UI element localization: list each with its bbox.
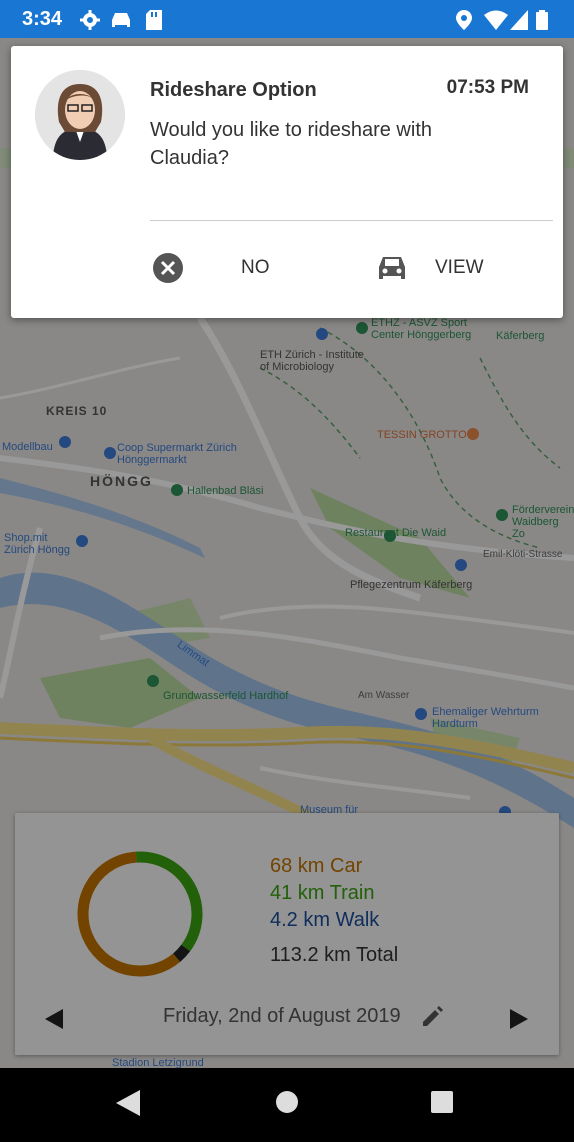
no-button[interactable]: NO [153, 246, 313, 290]
rideshare-notification[interactable]: Rideshare Option 07:53 PM Would you like… [11, 46, 563, 318]
wifi-icon [484, 10, 508, 30]
card-scrim [15, 813, 559, 1055]
person-avatar-icon [35, 70, 125, 160]
no-button-label: NO [241, 257, 270, 278]
back-icon[interactable] [116, 1090, 140, 1116]
home-icon[interactable] [276, 1091, 298, 1113]
notification-title: Rideshare Option [150, 79, 317, 101]
notification-divider [150, 220, 553, 221]
view-button-label: VIEW [435, 257, 484, 278]
signal-icon [510, 10, 528, 30]
sd-card-icon [146, 10, 162, 30]
notification-message: Would you like to rideshare with Claudia… [150, 119, 432, 169]
notification-time: 07:53 PM [446, 77, 529, 98]
location-icon [456, 10, 472, 30]
car-icon [379, 257, 405, 279]
navigation-bar [0, 1068, 574, 1142]
settings-icon [80, 10, 100, 30]
car-icon [112, 13, 130, 27]
status-bar: 3:34 [0, 0, 574, 38]
avatar [35, 70, 125, 160]
close-circle-icon [153, 253, 183, 283]
status-time: 3:34 [22, 8, 63, 30]
view-button[interactable]: VIEW [376, 246, 536, 290]
recents-icon[interactable] [431, 1091, 453, 1113]
battery-icon [536, 10, 548, 30]
